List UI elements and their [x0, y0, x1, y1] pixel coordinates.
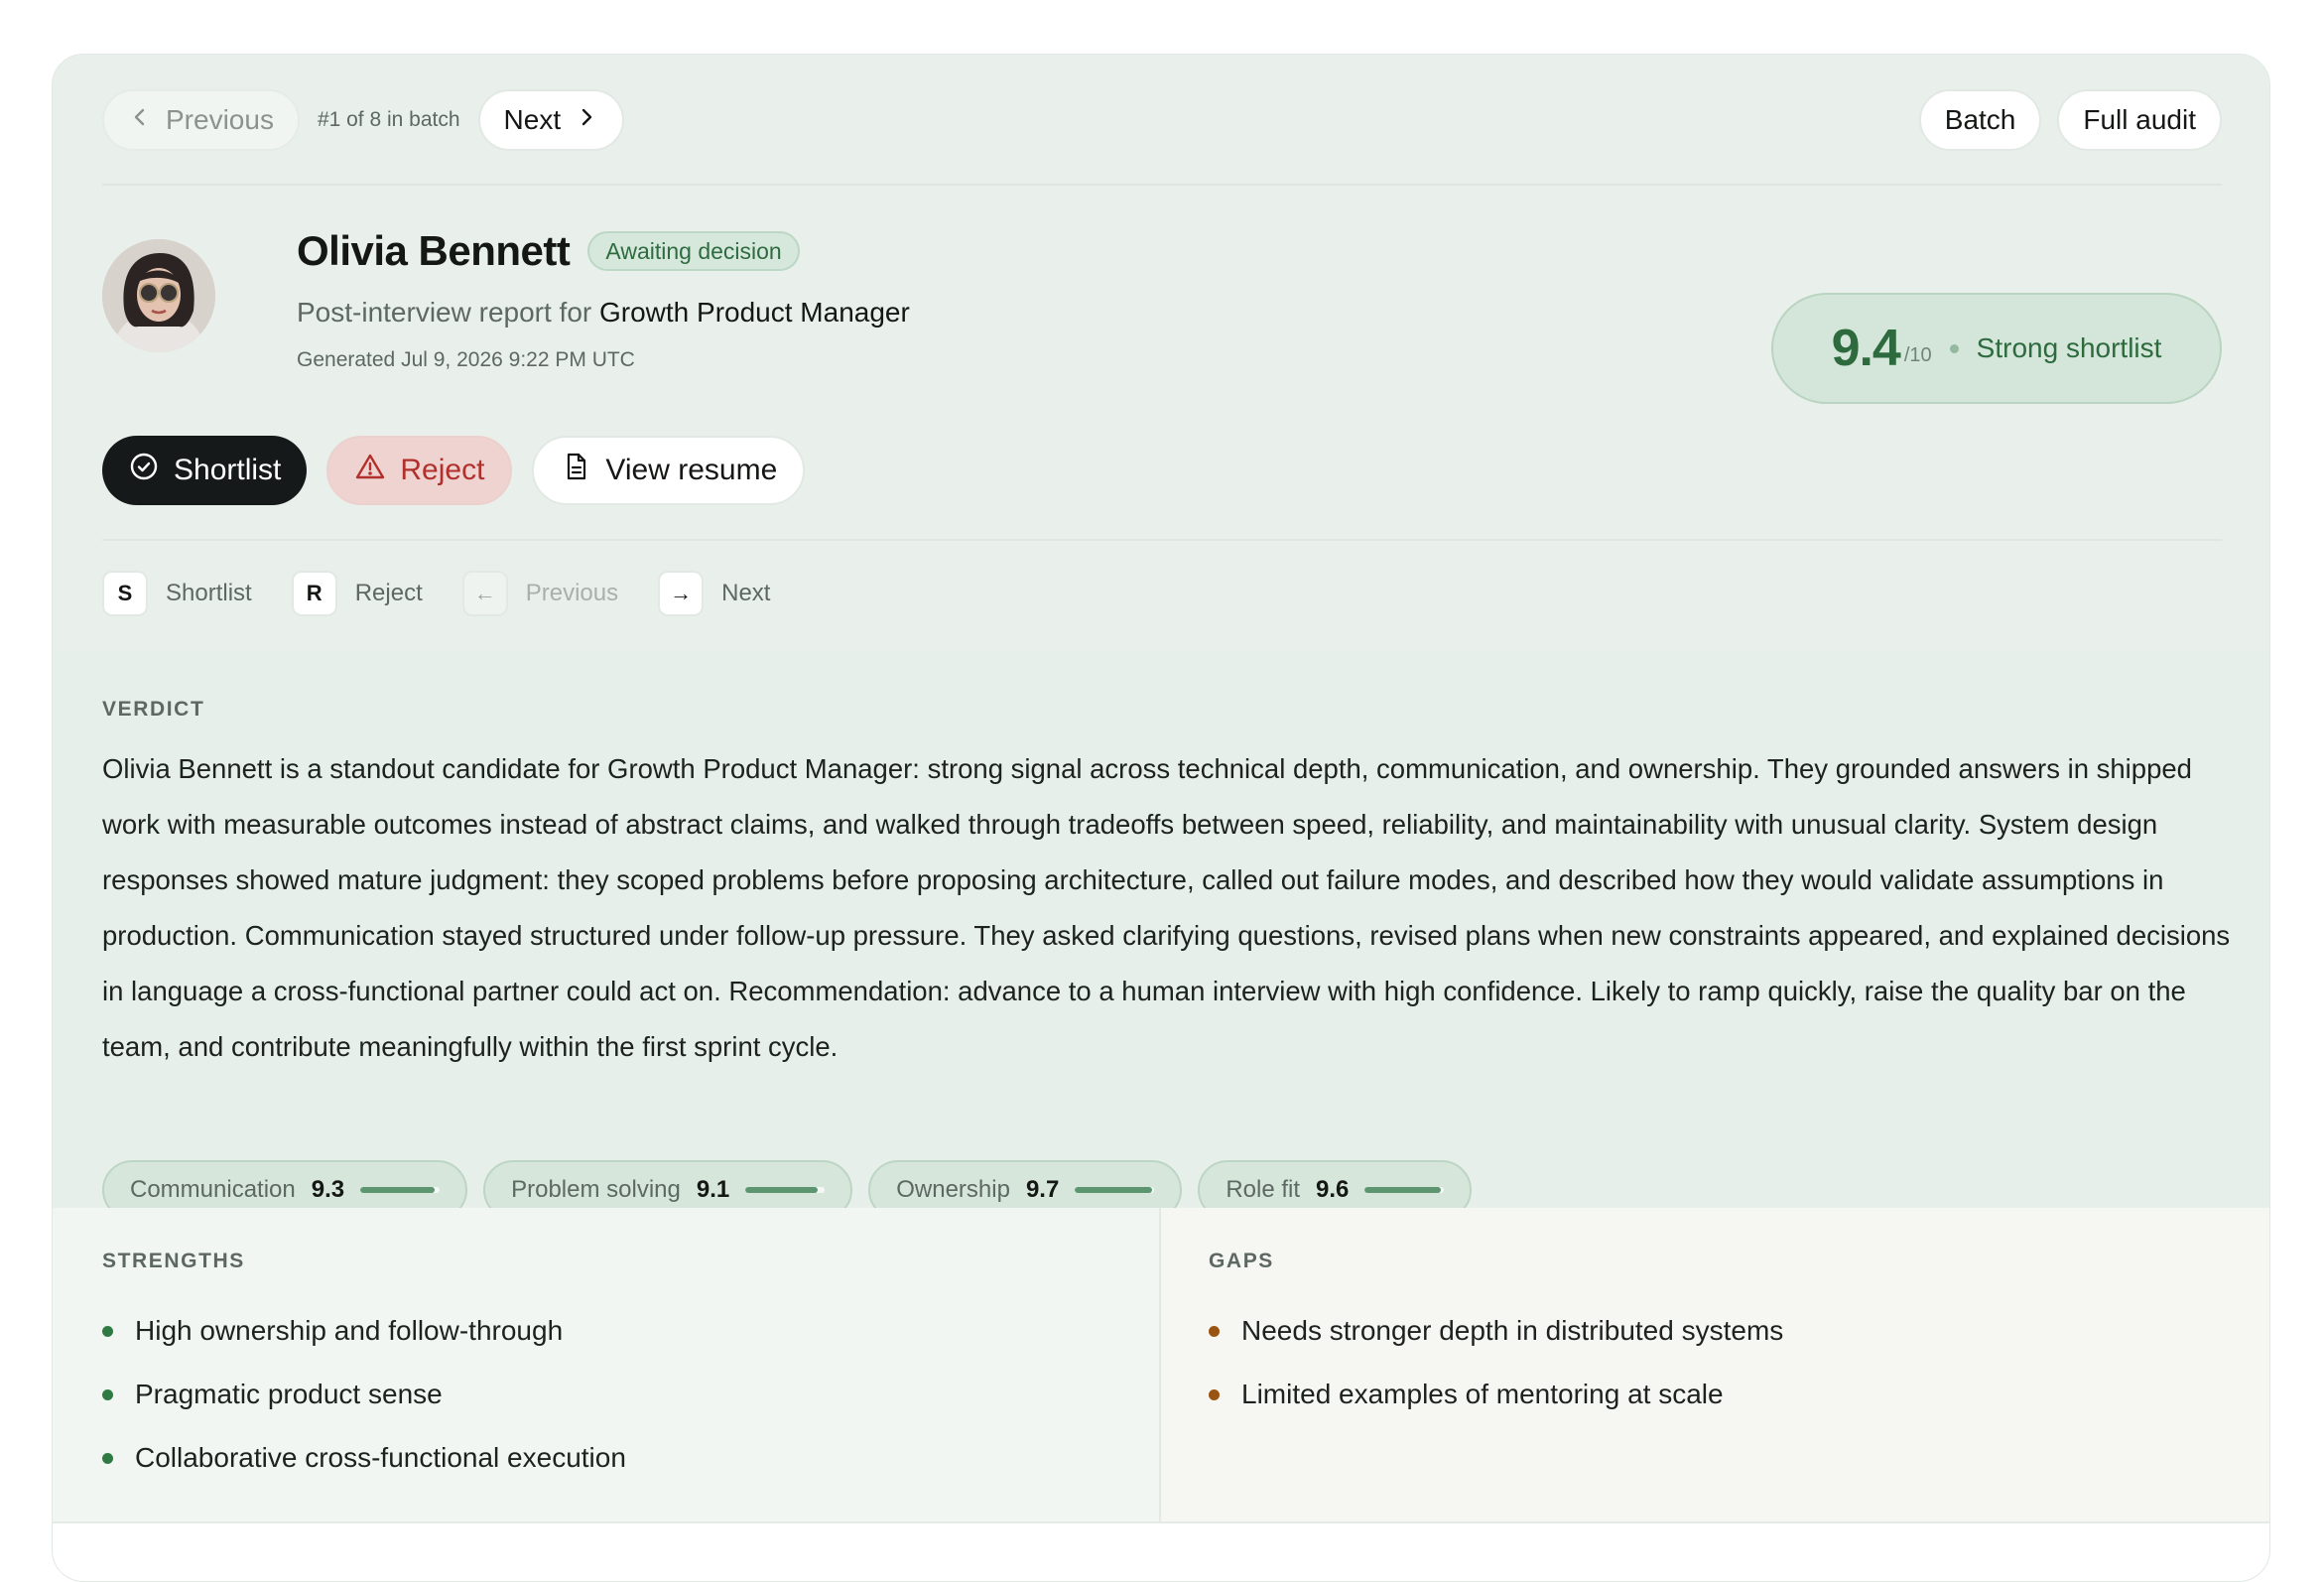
previous-label: Previous	[166, 104, 274, 135]
report-subtitle: Post-interview report for Growth Product…	[297, 297, 910, 329]
strengths-heading: STRENGTHS	[102, 1250, 245, 1272]
shortcut-label: Previous	[525, 580, 619, 606]
keyboard-shortcuts: S Shortlist R Reject ← Previous → Next	[102, 571, 810, 616]
role-title: Growth Product Manager	[599, 297, 910, 328]
chevron-left-icon	[128, 104, 152, 136]
full-audit-button[interactable]: Full audit	[2057, 89, 2222, 151]
arrow-left-key: ←	[461, 571, 508, 616]
gap-text: Limited examples of mentoring at scale	[1241, 1379, 1724, 1409]
gaps-heading: GAPS	[1209, 1250, 1274, 1272]
overall-score: 9.4 /10 Strong shortlist	[1771, 293, 2222, 404]
generated-timestamp: Generated Jul 9, 2026 9:22 PM UTC	[297, 348, 635, 371]
candidate-info: Olivia Bennett Awaiting decision Post-in…	[297, 223, 910, 372]
metric-value: 9.7	[1025, 1176, 1060, 1203]
metric-label: Ownership	[896, 1176, 1010, 1203]
metric-bar-fill	[360, 1187, 435, 1193]
shortcut-label: Reject	[354, 580, 423, 606]
strengths-list: High ownership and follow-through Pragma…	[102, 1299, 1159, 1490]
score-value: 9.4	[1831, 320, 1901, 377]
shortcut-next: → Next	[658, 571, 770, 616]
metric-label: Communication	[130, 1176, 296, 1203]
shortcut-label: Next	[721, 580, 771, 606]
score-label: Strong shortlist	[1976, 332, 2162, 363]
metric-bar-fill	[1075, 1187, 1152, 1193]
divider	[102, 184, 2222, 186]
bullet-dot	[102, 1325, 113, 1337]
next-label: Next	[503, 104, 562, 135]
shortcut-reject: R Reject	[291, 571, 423, 616]
shortcut-label: Shortlist	[166, 580, 252, 606]
bullet-dot	[1209, 1325, 1220, 1337]
next-section	[53, 1521, 2269, 1581]
document-icon	[560, 451, 591, 490]
verdict-text: Olivia Bennett is a standout candidate f…	[102, 753, 2231, 1062]
metric-bar	[745, 1187, 826, 1193]
metric-bar	[1075, 1187, 1155, 1193]
bullet-dot	[1209, 1388, 1220, 1400]
view-resume-button[interactable]: View resume	[532, 436, 806, 505]
warning-icon	[354, 451, 386, 490]
score-denominator: /10	[1903, 343, 1932, 366]
metric-value: 9.1	[696, 1176, 730, 1203]
metric-bar-fill	[1364, 1187, 1442, 1193]
list-item: Pragmatic product sense	[102, 1363, 1159, 1426]
metric-value: 9.6	[1316, 1176, 1350, 1203]
shortcut-shortlist: S Shortlist	[102, 571, 252, 616]
list-item: Limited examples of mentoring at scale	[1209, 1363, 2269, 1426]
gap-text: Needs stronger depth in distributed syst…	[1241, 1315, 1784, 1346]
metric-bar	[360, 1187, 441, 1193]
previous-button[interactable]: Previous	[102, 89, 300, 151]
shortlist-button[interactable]: Shortlist	[102, 436, 308, 505]
divider	[102, 539, 2222, 541]
metric-label: Role fit	[1226, 1176, 1301, 1203]
list-item: High ownership and follow-through	[102, 1299, 1159, 1363]
batch-navigation: Previous #1 of 8 in batch Next	[102, 89, 625, 151]
next-button[interactable]: Next	[477, 89, 625, 151]
metric-value: 9.3	[311, 1176, 345, 1203]
shortcut-previous: ← Previous	[461, 571, 619, 616]
verdict-section: VERDICT Olivia Bennett is a standout can…	[53, 650, 2269, 1220]
gaps-panel: GAPS Needs stronger depth in distributed…	[1161, 1208, 2269, 1523]
strength-text: High ownership and follow-through	[135, 1315, 564, 1346]
list-item: Needs stronger depth in distributed syst…	[1209, 1299, 2269, 1363]
verdict-heading: VERDICT	[102, 698, 205, 721]
candidate-header: Olivia Bennett Awaiting decision Post-in…	[102, 223, 2222, 422]
avatar	[102, 239, 215, 352]
arrow-right-key: →	[658, 571, 705, 616]
bullet-dot	[102, 1452, 113, 1464]
top-navigation: Previous #1 of 8 in batch Next Batch Ful…	[102, 88, 2222, 152]
candidate-report-card: Previous #1 of 8 in batch Next Batch Ful…	[52, 54, 2270, 1582]
gaps-list: Needs stronger depth in distributed syst…	[1209, 1299, 2269, 1426]
strength-text: Collaborative cross-functional execution	[135, 1442, 626, 1473]
strength-text: Pragmatic product sense	[135, 1379, 443, 1409]
metric-label: Problem solving	[511, 1176, 681, 1203]
chevron-right-icon	[575, 104, 598, 136]
reject-label: Reject	[400, 454, 485, 486]
view-switcher: Batch Full audit	[1918, 89, 2222, 151]
shortlist-label: Shortlist	[174, 454, 282, 486]
report-prefix: Post-interview report for	[297, 297, 592, 328]
candidate-name: Olivia Bennett	[297, 227, 571, 274]
bullet-dot	[102, 1388, 113, 1400]
batch-button[interactable]: Batch	[1918, 89, 2042, 151]
strengths-gaps: STRENGTHS High ownership and follow-thro…	[53, 1208, 2269, 1523]
reject-button[interactable]: Reject	[326, 436, 513, 505]
decision-actions: Shortlist Reject View resume	[102, 436, 806, 505]
metric-bar-fill	[745, 1187, 819, 1193]
separator-dot	[1949, 343, 1959, 353]
status-badge: Awaiting decision	[587, 231, 800, 271]
list-item: Collaborative cross-functional execution	[102, 1426, 1159, 1490]
batch-position: #1 of 8 in batch	[317, 108, 460, 131]
check-circle-icon	[128, 451, 160, 490]
metric-bar	[1364, 1187, 1445, 1193]
key-s: S	[102, 571, 148, 616]
key-r: R	[291, 571, 337, 616]
name-row: Olivia Bennett Awaiting decision	[297, 223, 910, 279]
view-resume-label: View resume	[605, 454, 778, 486]
strengths-panel: STRENGTHS High ownership and follow-thro…	[53, 1208, 1161, 1523]
